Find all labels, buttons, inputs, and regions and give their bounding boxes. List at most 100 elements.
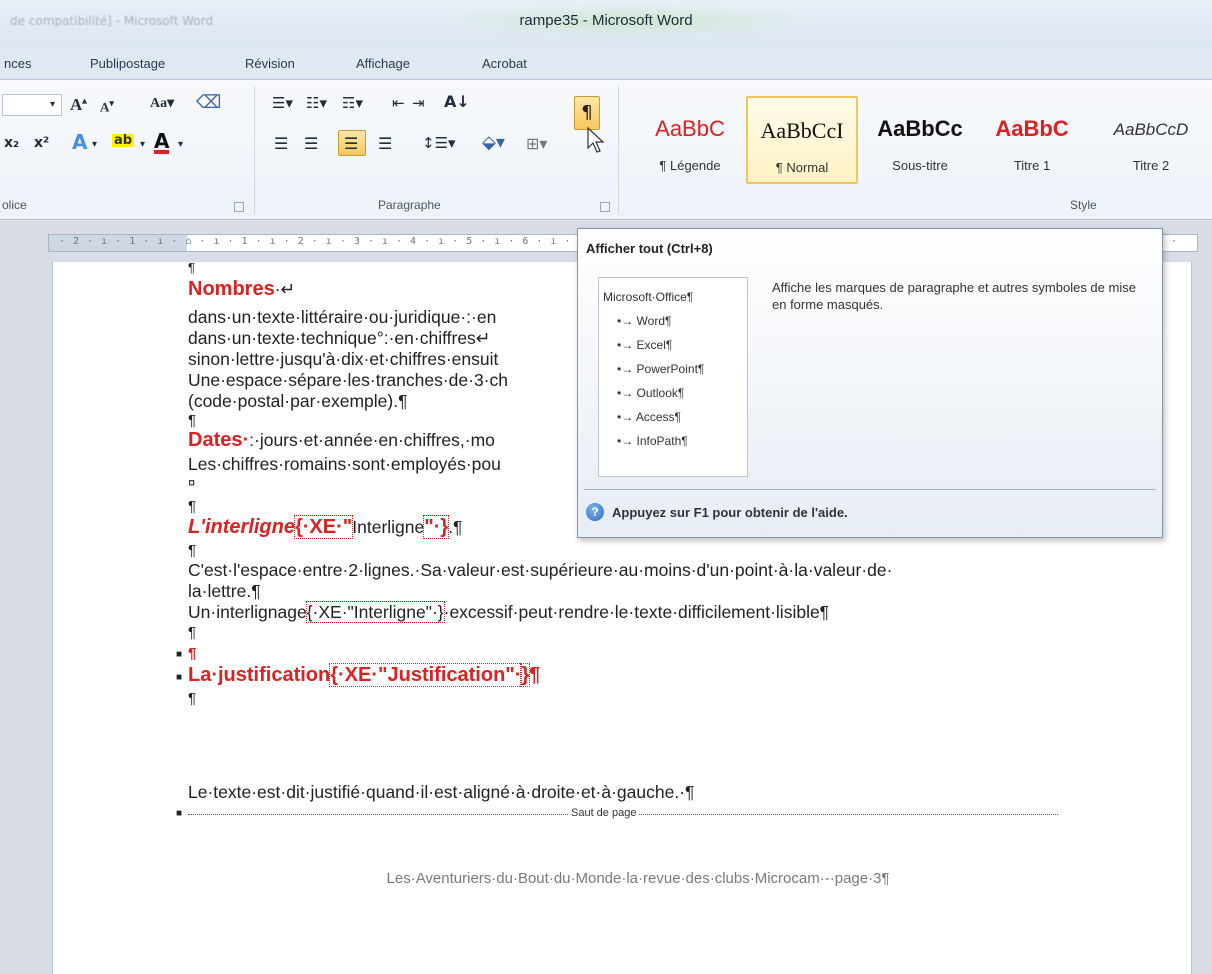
font-color-dropdown-icon[interactable]: ▾: [178, 140, 183, 150]
ruler-ticks: · 2 · ı · 1 · ı · ⌂ · ı · 1 · ı · 2 · ı …: [59, 236, 586, 247]
text-line: sinon·lettre·jusqu'à·dix·et·chiffres·ens…: [188, 349, 499, 369]
change-case-icon[interactable]: Aa▾: [150, 97, 174, 111]
title-bar: de compatibilité] - Microsoft Word rampe…: [0, 0, 1212, 48]
highlight-dropdown-icon[interactable]: ▾: [140, 140, 145, 150]
style-name: Titre 1: [1013, 158, 1051, 173]
paragraph-mark: ¶: [188, 690, 197, 707]
index-field: {·XE·": [293, 515, 354, 539]
font-color-icon[interactable]: A: [154, 131, 170, 154]
text-run: ·excessif·peut·rendre·le·texte·difficile…: [443, 602, 830, 622]
heading-interligne: L'interligne{·XE·"Interligne"·}.¶: [188, 515, 463, 539]
text-effects-icon[interactable]: A: [72, 132, 87, 152]
text-line: dans·un·texte·littéraire·ou·juridique·:·…: [188, 307, 497, 327]
tab-revision[interactable]: Révision: [245, 56, 295, 71]
style-normal[interactable]: AaBbCcI ¶ Normal: [746, 96, 858, 184]
police-launcher-icon[interactable]: [234, 202, 244, 212]
bullet-marker: ■: [176, 649, 183, 660]
index-entry: Interligne: [352, 517, 425, 537]
text-run: Un·interlignage: [188, 602, 307, 622]
index-field-end: "·}: [423, 515, 450, 539]
bullet-marker: ■: [176, 672, 183, 683]
style-sample: AaBbCcI: [760, 118, 844, 143]
style-sous-titre[interactable]: AaBbCc Sous-titre: [864, 96, 976, 184]
mouse-cursor-icon: [587, 126, 605, 153]
grow-font-icon[interactable]: A▴: [70, 96, 87, 113]
tab-publipostage[interactable]: Publipostage: [90, 56, 165, 71]
paragraph-mark: ■ ¶: [176, 645, 197, 662]
heading-dates: Dates·:·jours·et·année·en·chiffres,·mo: [188, 429, 495, 452]
pilcrow: ¶: [188, 645, 197, 662]
tooltip-separator: [584, 489, 1156, 490]
heading-text: La·justification: [188, 664, 331, 686]
cell-mark: ¤: [188, 475, 196, 490]
text-line: Les·chiffres·romains·sont·employés·pou: [188, 454, 501, 474]
group-separator: [618, 86, 619, 214]
preview-line: •→ Outlook¶: [617, 386, 685, 400]
heading-nombres: Nombres·↵: [188, 278, 295, 301]
paragraph-mark: ¶: [188, 542, 197, 559]
paragraph-mark: ¶: [188, 260, 195, 275]
style-titre-2[interactable]: AaBbCcD Titre 2: [1092, 96, 1210, 184]
show-all-button[interactable]: ¶: [574, 96, 600, 130]
text-line: Une·espace·sépare·les·tranches·de·3·ch: [188, 370, 509, 390]
heading-justification: ■ La·justification{·XE·"Justification"·}…: [176, 663, 541, 687]
borders-icon[interactable]: ⊞▾: [526, 136, 547, 152]
group-label-police: olice: [2, 198, 27, 212]
text-line: C'est·l'espace·entre·2·lignes.·Sa·valeur…: [188, 560, 893, 580]
line-break-mark: ·↵: [274, 279, 296, 299]
style-sample: AaBbC: [655, 116, 725, 141]
shrink-font-icon[interactable]: A▾: [100, 99, 114, 114]
highlight-icon[interactable]: ab: [112, 134, 135, 147]
increase-indent-icon[interactable]: ⇥: [412, 96, 425, 111]
justify-icon[interactable]: ☰: [378, 136, 392, 152]
show-all-tooltip: Afficher tout (Ctrl+8) Microsoft·Office¶…: [577, 228, 1163, 538]
style-sample: AaBbCcD: [1113, 120, 1189, 139]
paragraphe-launcher-icon[interactable]: [600, 202, 610, 212]
preview-line: •→ PowerPoint¶: [617, 362, 705, 376]
sort-icon[interactable]: A↓: [444, 94, 470, 110]
shading-icon[interactable]: ⬙▾: [482, 134, 505, 152]
tab-references[interactable]: nces: [4, 56, 31, 71]
preview-line: •→ Access¶: [617, 410, 681, 424]
style-sample: AaBbC: [995, 116, 1069, 141]
heading-text: L'interligne: [188, 516, 295, 538]
group-label-style: Style: [1070, 198, 1097, 212]
style-legende[interactable]: AaBbC ¶ Légende: [634, 96, 746, 184]
text-line: la·lettre.¶: [188, 581, 261, 601]
preview-line: •→ InfoPath¶: [617, 434, 688, 448]
line-spacing-icon[interactable]: ↕☰▾: [422, 136, 456, 151]
page-footer: Les·Aventuriers·du·Bout·du·Monde·la·revu…: [386, 870, 890, 887]
font-size-dropdown-icon[interactable]: ▾: [50, 100, 55, 110]
align-center-icon[interactable]: ☰: [304, 136, 318, 152]
multilevel-list-icon[interactable]: ☶▾: [342, 96, 363, 111]
align-left-icon[interactable]: ☰: [274, 136, 288, 152]
style-name: Titre 2: [1132, 158, 1170, 173]
bullet-marker: ■: [176, 808, 183, 819]
text-effects-dropdown-icon[interactable]: ▾: [92, 140, 97, 150]
tooltip-preview: Microsoft·Office¶ •→ Word¶ •→ Excel¶ •→ …: [598, 277, 748, 477]
style-titre-1[interactable]: AaBbC Titre 1: [976, 96, 1088, 184]
text-run: :·jours·et·année·en·chiffres,·mo: [249, 430, 495, 450]
subscript-icon[interactable]: x₂: [4, 136, 19, 150]
clear-format-icon[interactable]: ⌫: [196, 94, 221, 112]
bullets-icon[interactable]: ☰▾: [272, 96, 293, 111]
paragraph-mark: ¶: [529, 664, 541, 686]
tooltip-help-text: Appuyez sur F1 pour obtenir de l'aide.: [612, 505, 848, 520]
paragraph-mark: ¶: [188, 624, 197, 641]
superscript-icon[interactable]: x²: [34, 136, 49, 150]
tooltip-title: Afficher tout (Ctrl+8): [586, 241, 713, 256]
tab-acrobat[interactable]: Acrobat: [482, 56, 527, 71]
preview-line: Microsoft·Office¶: [603, 290, 694, 304]
style-name: ¶ Légende: [659, 158, 721, 173]
style-name: Sous-titre: [892, 158, 948, 173]
window-title: rampe35 - Microsoft Word: [519, 12, 693, 29]
tab-affichage[interactable]: Affichage: [356, 56, 410, 71]
page-break: ■ Saut de page: [176, 807, 1058, 821]
paragraph-mark: ¶: [188, 498, 197, 515]
align-right-icon: ☰: [344, 134, 359, 153]
ribbon-tabs: nces Publipostage Révision Affichage Acr…: [0, 48, 1212, 80]
numbering-icon[interactable]: ☷▾: [306, 96, 327, 111]
heading-text: Nombres: [188, 278, 275, 300]
paragraph-mark: .¶: [448, 517, 463, 537]
decrease-indent-icon[interactable]: ⇤: [392, 96, 405, 111]
